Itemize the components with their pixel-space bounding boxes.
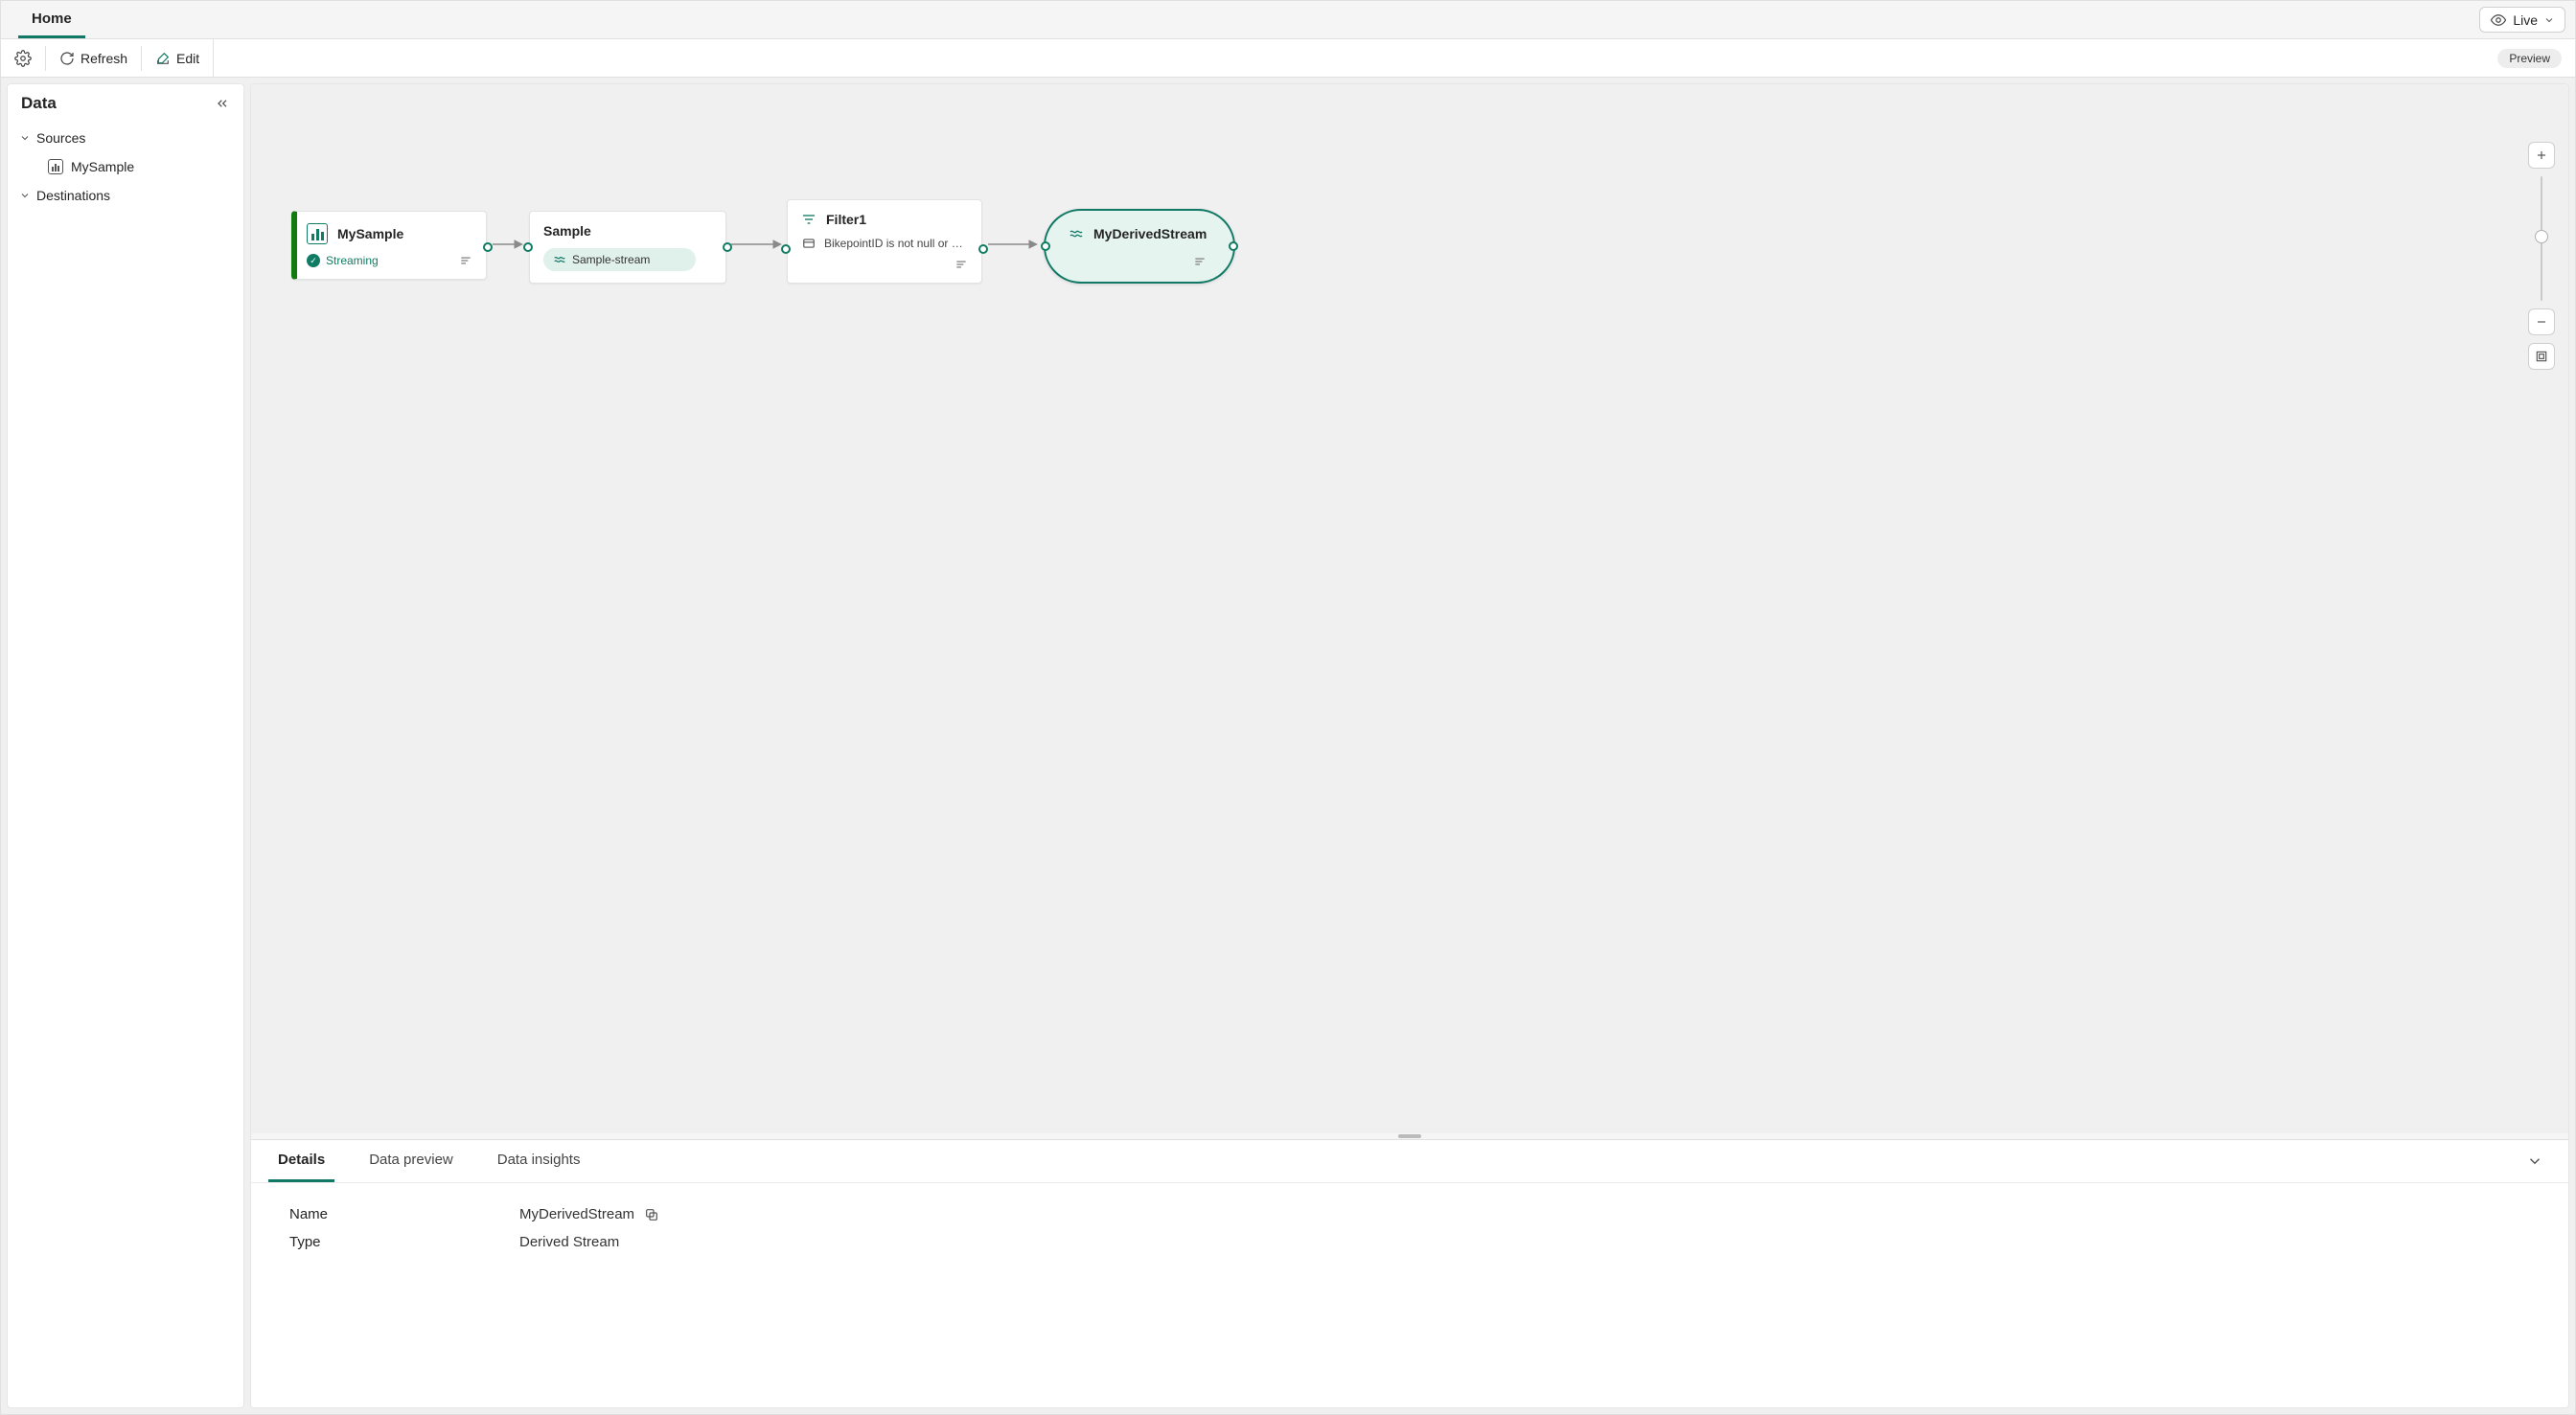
tree-group-label: Sources (36, 130, 85, 146)
tab-details[interactable]: Details (268, 1140, 334, 1182)
zoom-out-button[interactable] (2528, 308, 2555, 335)
toolbar-separator (141, 46, 142, 71)
status-ok-icon: ✓ (307, 254, 320, 267)
toolbar-separator (213, 39, 214, 78)
bottom-tabs: Details Data preview Data insights (251, 1140, 2568, 1183)
node-menu-button[interactable] (1193, 255, 1207, 268)
detail-value: MyDerivedStream (519, 1206, 634, 1222)
filter-icon (801, 212, 816, 227)
preview-badge: Preview (2497, 49, 2562, 68)
stream-chip-label: Sample-stream (572, 253, 650, 266)
refresh-icon (59, 51, 75, 66)
node-menu-button[interactable] (954, 258, 968, 271)
detail-row-name: Name MyDerivedStream (289, 1200, 2530, 1228)
node-title: Filter1 (826, 212, 866, 227)
port-out[interactable] (483, 242, 493, 252)
edit-label: Edit (176, 51, 199, 66)
refresh-button[interactable]: Refresh (50, 45, 137, 72)
toolbar: Refresh Edit Preview (1, 39, 2575, 78)
diagram-canvas[interactable]: MySample ✓ Streaming (251, 84, 2568, 1133)
tree-item-label: MySample (71, 159, 134, 174)
data-tree: Sources MySample Destinations (8, 123, 243, 211)
main-panel: MySample ✓ Streaming (250, 83, 2569, 1408)
sidebar: Data Sources MySample Des (7, 83, 244, 1408)
sidebar-title: Data (21, 94, 57, 113)
zoom-fit-button[interactable] (2528, 343, 2555, 370)
zoom-in-button[interactable] (2528, 142, 2555, 169)
filter-condition-text: BikepointID is not null or e… (824, 237, 968, 250)
detail-value: Derived Stream (519, 1234, 619, 1250)
edit-icon (155, 51, 171, 66)
collapse-bottom-panel-button[interactable] (2518, 1145, 2551, 1177)
bar-chart-icon (48, 159, 63, 174)
settings-button[interactable] (5, 44, 41, 73)
ribbon-tabbar: Home Live (1, 1, 2575, 39)
collapse-sidebar-button[interactable] (215, 96, 230, 111)
node-source-mysample[interactable]: MySample ✓ Streaming (291, 211, 487, 280)
port-in[interactable] (781, 244, 791, 254)
detail-key: Name (289, 1206, 519, 1222)
minus-icon (2535, 315, 2548, 329)
toolbar-separator (45, 46, 46, 71)
eye-icon (2490, 11, 2507, 29)
bottom-panel: Details Data preview Data insights Name … (251, 1139, 2568, 1407)
copy-icon (644, 1207, 659, 1222)
node-status: Streaming (326, 254, 379, 267)
node-menu-button[interactable] (459, 254, 472, 267)
copy-button[interactable] (644, 1207, 659, 1222)
node-filter1[interactable]: Filter1 BikepointID is not null or e… (787, 199, 982, 284)
chevron-down-icon (2543, 14, 2555, 26)
detail-row-type: Type Derived Stream (289, 1228, 2530, 1256)
column-icon (801, 237, 816, 250)
plus-icon (2535, 148, 2548, 162)
chevron-down-icon (19, 190, 31, 201)
details-body: Name MyDerivedStream Type Derived Stream (251, 1183, 2568, 1273)
tree-item-mysample[interactable]: MySample (13, 151, 238, 182)
stream-icon (1069, 226, 1084, 241)
port-in[interactable] (523, 242, 533, 252)
fit-screen-icon (2535, 350, 2548, 363)
gear-icon (14, 50, 32, 67)
zoom-thumb[interactable] (2535, 230, 2548, 243)
port-out[interactable] (1229, 241, 1238, 251)
port-out[interactable] (978, 244, 988, 254)
detail-key: Type (289, 1234, 519, 1250)
refresh-label: Refresh (80, 51, 127, 66)
stream-chip[interactable]: Sample-stream (543, 248, 696, 271)
port-in[interactable] (1041, 241, 1050, 251)
tab-data-preview[interactable]: Data preview (359, 1140, 463, 1182)
stream-icon (553, 253, 566, 266)
chevron-down-icon (2526, 1153, 2543, 1170)
view-mode-dropdown[interactable]: Live (2479, 7, 2565, 33)
bar-chart-icon (307, 223, 328, 244)
tab-home[interactable]: Home (18, 1, 85, 38)
port-out[interactable] (723, 242, 732, 252)
node-title: Sample (543, 223, 591, 239)
zoom-slider[interactable] (2541, 176, 2542, 301)
zoom-controls (2528, 142, 2555, 370)
workspace: Data Sources MySample Des (1, 78, 2575, 1414)
node-title: MySample (337, 226, 403, 241)
edit-button[interactable]: Edit (146, 45, 209, 72)
tree-group-label: Destinations (36, 188, 110, 203)
app-root: Home Live Refresh (0, 0, 2576, 1415)
node-sample[interactable]: Sample Sample-stream (529, 211, 726, 284)
tree-group-sources[interactable]: Sources (13, 125, 238, 151)
tree-group-destinations[interactable]: Destinations (13, 182, 238, 209)
splitter-handle-icon (1398, 1134, 1421, 1138)
tab-data-insights[interactable]: Data insights (488, 1140, 590, 1182)
chevron-down-icon (19, 132, 31, 144)
node-title: MyDerivedStream (1093, 226, 1207, 241)
node-derived-stream[interactable]: MyDerivedStream (1044, 209, 1235, 284)
view-mode-label: Live (2513, 12, 2538, 28)
chevrons-left-icon (215, 96, 230, 111)
